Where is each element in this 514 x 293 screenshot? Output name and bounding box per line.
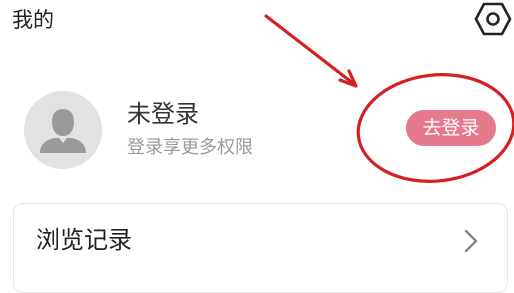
avatar[interactable] xyxy=(24,91,102,169)
annotation-arrow xyxy=(264,14,358,88)
settings-button[interactable] xyxy=(474,0,512,38)
user-avatar-icon xyxy=(40,109,86,153)
settings-icon xyxy=(474,2,512,36)
user-name: 未登录 xyxy=(127,100,199,128)
user-subtitle: 登录享更多权限 xyxy=(127,137,253,158)
page-title: 我的 xyxy=(12,8,54,32)
chevron-right-icon xyxy=(464,229,478,253)
history-card[interactable]: 浏览记录 xyxy=(13,203,508,293)
history-label: 浏览记录 xyxy=(36,226,132,254)
login-button[interactable]: 去登录 xyxy=(406,110,496,146)
